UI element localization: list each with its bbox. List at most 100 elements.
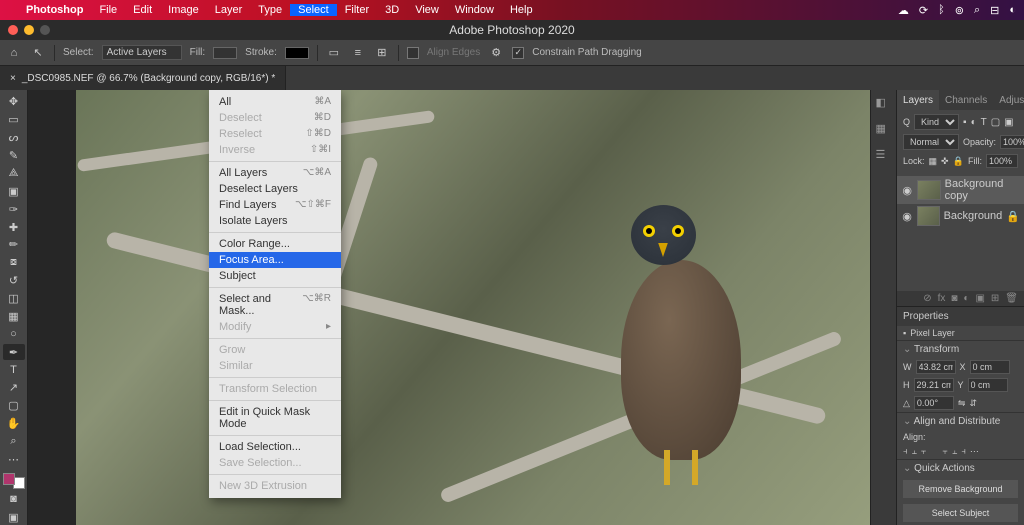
new-layer-icon[interactable]: ⊞ [991, 293, 999, 304]
marquee-tool[interactable]: ▭ [3, 112, 25, 128]
menu-item[interactable]: Select and Mask...⌥⌘R [209, 291, 341, 319]
bluetooth-icon[interactable]: ᛒ [938, 4, 945, 16]
align-icon[interactable]: ≡ [350, 45, 366, 61]
menu-item[interactable]: Isolate Layers [209, 213, 341, 229]
new-fill-icon[interactable]: ◐ [963, 293, 969, 304]
height-input[interactable] [914, 378, 954, 392]
layer-filter-kind[interactable]: Kind [914, 114, 959, 130]
tab-channels[interactable]: Channels [939, 90, 993, 110]
move-tool[interactable]: ✥ [3, 94, 25, 110]
menu-filter[interactable]: Filter [337, 4, 377, 16]
menu-image[interactable]: Image [160, 4, 207, 16]
menu-3d[interactable]: 3D [377, 4, 407, 16]
blend-mode-select[interactable]: Normal [903, 134, 959, 150]
path-ops-icon[interactable]: ▭ [326, 45, 342, 61]
stroke-swatch[interactable] [285, 47, 309, 59]
menu-select[interactable]: Select [290, 4, 337, 16]
canvas-area[interactable]: All⌘ADeselect⌘DReselect⇧⌘DInverse⇧⌘IAll … [28, 90, 870, 525]
screen-mode[interactable]: ▣ [3, 509, 25, 525]
cloud-icon[interactable]: ☁ [898, 4, 909, 17]
menu-item[interactable]: All⌘A [209, 94, 341, 110]
edit-toolbar[interactable]: ⋯ [3, 452, 25, 468]
eraser-tool[interactable]: ◫ [3, 291, 25, 307]
menu-view[interactable]: View [407, 4, 447, 16]
select-layers-dropdown[interactable]: Active Layers [102, 45, 182, 60]
layer-mask-icon[interactable]: ◙ [951, 293, 957, 304]
menu-item[interactable]: Focus Area... [209, 252, 341, 268]
heal-tool[interactable]: ✚ [3, 219, 25, 235]
zoom-tool[interactable]: ⌕ [3, 434, 25, 450]
menu-file[interactable]: File [91, 4, 125, 16]
brush-tool[interactable]: ✏ [3, 237, 25, 253]
distribute-icon[interactable]: ⋯ [970, 446, 979, 457]
eyedropper-tool[interactable]: ✑ [3, 201, 25, 217]
align-middle-icon[interactable]: ⫠ [952, 446, 957, 457]
tool-preset-icon[interactable]: ↖ [30, 45, 46, 61]
home-icon[interactable]: ⌂ [6, 45, 22, 61]
fill-swatch[interactable] [213, 47, 237, 59]
align-left-icon[interactable]: ⫞ [903, 446, 908, 457]
wifi-icon[interactable]: ⊚ [955, 4, 964, 17]
menu-item[interactable]: All Layers⌥⌘A [209, 165, 341, 181]
quick-mask-toggle[interactable]: ◙ [3, 491, 25, 507]
opacity-input[interactable] [1000, 135, 1024, 149]
close-button[interactable] [8, 25, 18, 35]
color-panel-icon[interactable]: ◧ [876, 96, 892, 112]
properties-header[interactable]: Properties [897, 306, 1024, 326]
new-group-icon[interactable]: ▣ [975, 293, 984, 304]
type-tool[interactable]: T [3, 362, 25, 378]
layer-fx-icon[interactable]: fx [938, 293, 946, 304]
visibility-icon[interactable]: ◉ [901, 184, 913, 197]
align-right-icon[interactable]: ⫟ [921, 446, 926, 457]
flip-h-icon[interactable]: ⇋ [958, 398, 966, 409]
lock-position-icon[interactable]: ✜ [941, 156, 949, 167]
arrange-icon[interactable]: ⊞ [374, 45, 390, 61]
align-bottom-icon[interactable]: ⫞ [961, 446, 966, 457]
quick-select-tool[interactable]: ✎ [3, 148, 25, 164]
menu-item[interactable]: Find Layers⌥⇧⌘F [209, 197, 341, 213]
menu-item[interactable]: Subject [209, 268, 341, 284]
filter-type-icon[interactable]: T [981, 117, 987, 128]
filter-pixel-icon[interactable]: ▪ [963, 117, 967, 128]
minimize-button[interactable] [24, 25, 34, 35]
align-top-icon[interactable]: ⫟ [942, 446, 947, 457]
angle-input[interactable] [914, 396, 954, 410]
menu-item[interactable]: Color Range... [209, 236, 341, 252]
fill-input[interactable] [986, 154, 1018, 168]
stamp-tool[interactable]: ⧇ [3, 255, 25, 271]
transform-section[interactable]: Transform [897, 340, 1024, 358]
tab-adjustments[interactable]: Adjustments [993, 90, 1024, 110]
layer-row[interactable]: ◉ Background copy [897, 176, 1024, 204]
align-edges-checkbox[interactable] [407, 47, 419, 59]
layer-thumbnail[interactable] [917, 206, 940, 226]
flip-v-icon[interactable]: ⇵ [969, 398, 977, 409]
gradient-tool[interactable]: ▦ [3, 309, 25, 325]
blur-tool[interactable]: ○ [3, 326, 25, 342]
sync-icon[interactable]: ⟳ [919, 4, 928, 17]
swatches-panel-icon[interactable]: ▦ [876, 122, 892, 138]
layer-name[interactable]: Background [944, 210, 1003, 222]
align-center-h-icon[interactable]: ⫠ [912, 446, 917, 457]
menu-app[interactable]: Photoshop [18, 4, 91, 16]
menu-item[interactable]: Deselect Layers [209, 181, 341, 197]
libraries-panel-icon[interactable]: ☰ [876, 148, 892, 164]
hand-tool[interactable]: ✋ [3, 416, 25, 432]
menu-item[interactable]: Edit in Quick Mask Mode [209, 404, 341, 432]
tab-layers[interactable]: Layers [897, 90, 939, 110]
layer-row[interactable]: ◉ Background 🔒 [897, 204, 1024, 228]
path-select-tool[interactable]: ↗ [3, 380, 25, 396]
width-input[interactable] [916, 360, 956, 374]
align-section[interactable]: Align and Distribute [897, 412, 1024, 430]
lasso-tool[interactable]: ᔕ [3, 130, 25, 146]
menu-type[interactable]: Type [250, 4, 290, 16]
visibility-icon[interactable]: ◉ [901, 210, 913, 223]
zoom-button[interactable] [40, 25, 50, 35]
shape-tool[interactable]: ▢ [3, 398, 25, 414]
frame-tool[interactable]: ▣ [3, 183, 25, 199]
constrain-checkbox[interactable] [512, 47, 524, 59]
crop-tool[interactable]: ⟁ [3, 166, 25, 182]
search-icon[interactable]: ⌕ [974, 4, 980, 17]
link-layers-icon[interactable]: ⊘ [923, 293, 931, 304]
layer-name[interactable]: Background copy [945, 178, 1020, 202]
menu-edit[interactable]: Edit [125, 4, 160, 16]
